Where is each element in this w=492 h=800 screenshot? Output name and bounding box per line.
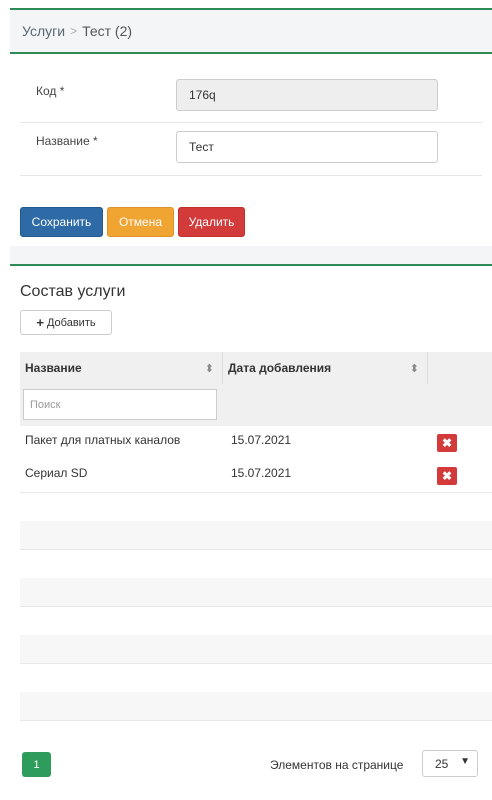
breadcrumb: Услуги > Тест (2) (10, 10, 492, 54)
delete-button[interactable]: Удалить (178, 207, 245, 237)
name-field[interactable]: Тест (176, 131, 438, 163)
search-input[interactable]: Поиск (23, 389, 217, 420)
code-field[interactable]: 176q (176, 79, 438, 111)
name-row: Название * Тест (20, 122, 482, 176)
section-divider (10, 246, 492, 266)
empty-row (20, 635, 492, 664)
row-date: 15.07.2021 (231, 433, 292, 447)
row-date: 15.07.2021 (231, 466, 292, 480)
remove-row-icon[interactable]: ✖ (437, 434, 457, 452)
name-label: Название * (36, 134, 98, 148)
composition-title: Состав услуги (20, 283, 126, 300)
page-button[interactable]: 1 (22, 752, 51, 777)
sort-icon: ⬍ (409, 362, 419, 375)
per-page-label: Элементов на странице (270, 758, 404, 772)
sort-icon: ⬍ (204, 362, 214, 375)
add-button-label: Добавить (46, 316, 96, 329)
empty-row (20, 521, 492, 550)
chevron-down-icon: ▼ (460, 756, 470, 767)
breadcrumb-current: Тест (2) (82, 23, 133, 39)
table-row: Сериал SD 15.07.2021 ✖ (20, 459, 492, 493)
save-button[interactable]: Сохранить (20, 207, 103, 237)
filter-row: Поиск (20, 384, 492, 427)
column-header-date-label: Дата добавления (228, 361, 332, 375)
empty-row (20, 578, 492, 607)
table-row: Пакет для платных каналов 15.07.2021 ✖ (20, 426, 492, 460)
breadcrumb-separator: > (70, 24, 78, 38)
code-row: Код * 176q (20, 72, 482, 123)
plus-icon: + (36, 315, 44, 330)
per-page-select[interactable]: 25 ▼ (422, 750, 478, 777)
breadcrumb-parent-link[interactable]: Услуги (22, 23, 65, 39)
row-name: Пакет для платных каналов (25, 433, 181, 447)
per-page-value: 25 (435, 756, 449, 771)
column-header-name-label: Название (25, 361, 82, 375)
code-label: Код * (36, 84, 65, 98)
row-name: Сериал SD (25, 466, 88, 480)
add-button[interactable]: + Добавить (20, 310, 112, 335)
empty-row (20, 692, 492, 721)
table-header: Название ⬍ Дата добавления ⬍ (20, 352, 492, 385)
column-header-name[interactable]: Название ⬍ (20, 352, 223, 384)
cancel-button[interactable]: Отмена (107, 207, 174, 237)
remove-row-icon[interactable]: ✖ (437, 467, 457, 485)
form-actions: Сохранить Отмена Удалить (20, 207, 245, 237)
column-header-date[interactable]: Дата добавления ⬍ (223, 352, 428, 384)
